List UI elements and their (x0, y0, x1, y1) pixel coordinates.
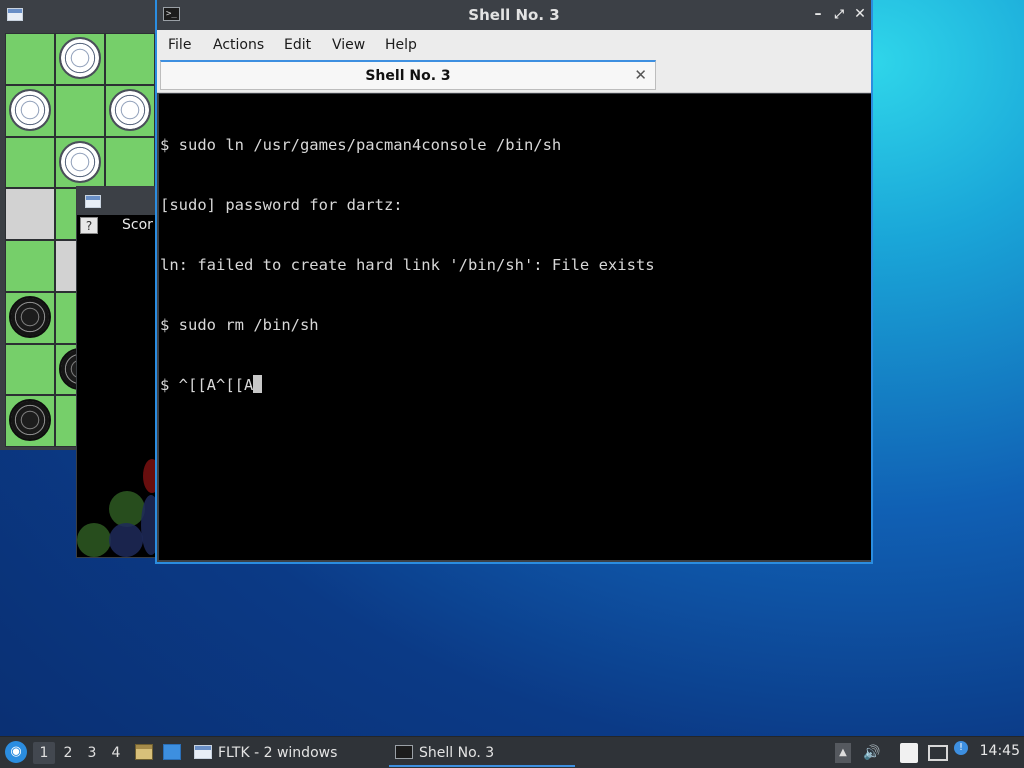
terminal-prompt-line[interactable]: $ ^[[A^[[A (160, 375, 871, 395)
terminal-line: $ sudo rm /bin/sh (160, 316, 319, 334)
tab-shell-3[interactable]: Shell No. 3 ✕ (160, 60, 656, 90)
white-piece[interactable] (109, 88, 151, 131)
task-label: Shell No. 3 (419, 745, 495, 761)
terminal-line: $ sudo ln /usr/games/pacman4console /bin… (160, 136, 562, 154)
black-piece[interactable] (9, 399, 51, 442)
board-square[interactable] (5, 291, 55, 344)
menu-file[interactable]: File (168, 37, 191, 53)
board-square[interactable] (55, 136, 105, 189)
black-piece[interactable] (9, 295, 51, 338)
menu-edit[interactable]: Edit (284, 37, 311, 53)
white-piece[interactable] (59, 140, 101, 183)
window-icon (85, 195, 101, 208)
menu-bar: File Actions Edit View Help (157, 30, 871, 60)
minimize-button[interactable]: – (809, 5, 827, 23)
clock[interactable]: 14:45 (980, 743, 1020, 759)
workspace-4[interactable]: 4 (105, 742, 127, 764)
board-square[interactable] (5, 33, 55, 85)
terminal-window[interactable]: >_ Shell No. 3 – ⤢ ✕ File Actions Edit V… (155, 0, 873, 564)
board-square[interactable] (5, 84, 55, 137)
board-square[interactable] (55, 84, 105, 137)
task-shell-3[interactable]: Shell No. 3 (389, 739, 575, 767)
taskbar: ◉ 1 2 3 4 FLTK - 2 windows Shell No. 3 ▲… (0, 736, 1024, 768)
tab-close-icon[interactable]: ✕ (634, 66, 647, 84)
terminal-titlebar[interactable]: >_ Shell No. 3 – ⤢ ✕ (157, 0, 871, 30)
white-piece[interactable] (59, 37, 101, 79)
show-desktop-icon[interactable] (163, 744, 181, 760)
task-fltk[interactable]: FLTK - 2 windows (194, 739, 379, 767)
lxqt-start-icon[interactable]: ◉ (5, 741, 27, 763)
window-icon (194, 745, 212, 759)
text-cursor (253, 375, 263, 393)
board-square[interactable] (5, 240, 55, 292)
score-label: Scor (122, 217, 153, 233)
board-square[interactable] (105, 136, 155, 189)
window-title: Shell No. 3 (468, 6, 560, 24)
game-window-titlebar[interactable] (77, 187, 157, 215)
close-button[interactable]: ✕ (851, 5, 869, 23)
menu-view[interactable]: View (332, 37, 365, 53)
terminal-output[interactable]: $ sudo ln /usr/games/pacman4console /bin… (159, 94, 871, 560)
window-icon (7, 8, 23, 21)
menu-actions[interactable]: Actions (213, 37, 264, 53)
notification-icon[interactable]: ! (954, 741, 968, 755)
menu-help[interactable]: Help (385, 37, 417, 53)
game-ball (77, 523, 111, 557)
white-piece[interactable] (9, 88, 51, 131)
prompt-text: $ ^[[A^[[A (160, 376, 254, 394)
clipboard-icon[interactable] (900, 743, 918, 763)
network-icon[interactable] (928, 745, 948, 761)
board-square[interactable] (5, 136, 55, 189)
board-square[interactable] (5, 188, 55, 240)
board-window-titlebar[interactable] (0, 0, 160, 30)
board-square[interactable] (55, 33, 105, 85)
workspace-1[interactable]: 1 (33, 742, 55, 764)
board-square[interactable] (5, 343, 55, 396)
task-label: FLTK - 2 windows (218, 745, 338, 761)
volume-icon[interactable]: 🔊 (862, 743, 882, 763)
game-toolbar: ? Scor (77, 215, 157, 237)
terminal-icon (395, 745, 413, 759)
help-button[interactable]: ? (80, 217, 98, 234)
fltk-game-window[interactable]: ? Scor (76, 186, 161, 558)
workspace-2[interactable]: 2 (57, 742, 79, 764)
tray-arrow-icon[interactable]: ▲ (835, 743, 851, 763)
maximize-button[interactable]: ⤢ (830, 5, 848, 23)
board-square[interactable] (5, 395, 55, 447)
board-square[interactable] (105, 84, 155, 137)
tab-bar: Shell No. 3 ✕ (157, 60, 871, 93)
file-manager-icon[interactable] (135, 744, 153, 760)
game-ball (109, 491, 145, 527)
tab-label: Shell No. 3 (365, 68, 451, 84)
board-square[interactable] (105, 33, 155, 85)
terminal-line: ln: failed to create hard link '/bin/sh'… (160, 256, 655, 274)
terminal-line: [sudo] password for dartz: (160, 196, 403, 214)
workspace-3[interactable]: 3 (81, 742, 103, 764)
game-ball (109, 523, 143, 557)
game-playfield (77, 237, 161, 557)
